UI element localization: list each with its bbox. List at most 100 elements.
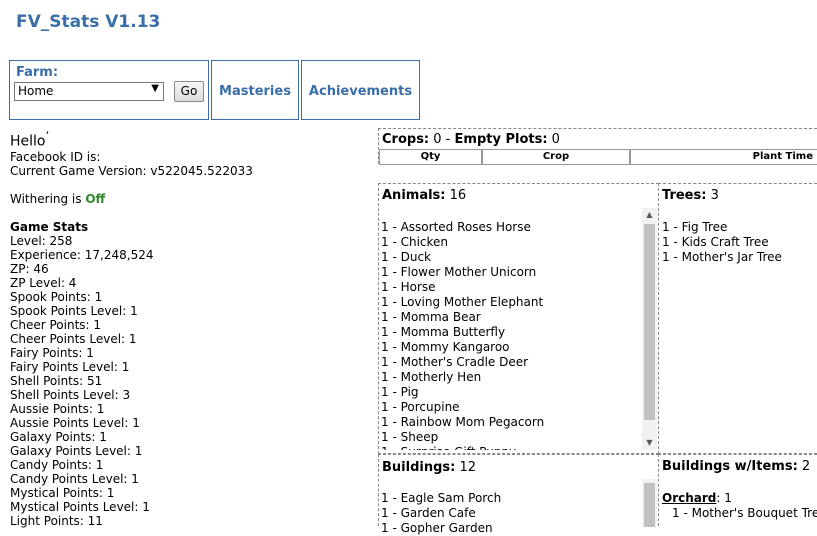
stat-line: Experience: 17,248,524 <box>10 247 154 262</box>
achievements-link[interactable]: Achievements <box>302 84 419 99</box>
buildings-list: 1 - Eagle Sam Porch 1 - Garden Cafe 1 - Go… <box>381 491 639 536</box>
building-item: 1 - Gopher Garden <box>381 521 493 535</box>
animal-item: 1 - Duck <box>381 250 431 264</box>
facebook-id: Facebook ID is: <box>10 149 101 164</box>
farm-select[interactable]: Home ▼ <box>14 82 164 101</box>
animal-item: 1 - Assorted Roses Horse <box>381 220 531 234</box>
stat-line: ZP: 46 <box>10 261 49 276</box>
greeting: Helloʼ <box>10 128 370 150</box>
buildings-header: Buildings: 12 <box>382 460 476 475</box>
masteries-link[interactable]: Masteries <box>212 84 298 99</box>
stat-line: Galaxy Points Level: 1 <box>10 443 143 458</box>
game-stats-title: Game Stats <box>10 219 89 234</box>
empty-plots-label: Empty Plots: <box>454 132 548 147</box>
animal-item: 1 - Momma Butterfly <box>381 325 506 339</box>
stat-line: Fairy Points: 1 <box>10 345 94 360</box>
chevron-down-icon: ▼ <box>151 83 159 94</box>
stat-line: Aussie Points Level: 1 <box>10 415 140 430</box>
building-item: 1 - Eagle Sam Porch <box>381 491 502 505</box>
orchard-group: Orchard: 1 <box>662 491 732 505</box>
buildings-with-items-panel: Buildings w/Items: 2 Orchard: 1 1 - Moth… <box>658 454 817 526</box>
game-stats-list: Level: 258 Experience: 17,248,524 ZP: 46 ZP… <box>10 234 370 528</box>
farm-label: Farm: <box>16 65 59 80</box>
scroll-up-icon[interactable]: ▲ <box>642 208 657 222</box>
greeting-text: Hello <box>10 133 46 150</box>
stat-line: Level: 258 <box>10 233 73 248</box>
stat-line: Mystical Points Level: 1 <box>10 499 150 514</box>
animal-item: 1 - Flower Mother Unicorn <box>381 265 537 279</box>
animal-item: 1 - Horse <box>381 280 436 294</box>
trees-list: 1 - Fig Tree 1 - Kids Craft Tree 1 - Mothe… <box>662 220 782 265</box>
crops-label: Crops: <box>382 132 430 147</box>
orchard-label[interactable]: Orchard <box>662 491 716 505</box>
scroll-down-icon[interactable]: ▼ <box>642 436 657 450</box>
farm-select-value: Home <box>18 84 54 98</box>
buildings-with-items-list: Orchard: 1 1 - Mother's Bouquet Tree <box>662 491 817 521</box>
animal-item: 1 - Momma Bear <box>381 310 481 324</box>
stat-line: Spook Points Level: 1 <box>10 303 138 318</box>
crops-header: Crops: 0 - Empty Plots: 0 <box>382 132 560 147</box>
stat-line: Shell Points: 51 <box>10 373 103 388</box>
animal-item: 1 - Rainbow Mom Pegacorn <box>381 415 545 429</box>
farm-selector-box: Farm: Home ▼ Go <box>9 60 209 120</box>
orchard-count: 1 <box>724 491 732 505</box>
animals-scrollbar[interactable]: ▲ ▼ <box>642 208 657 450</box>
stat-line: Spook Points: 1 <box>10 289 103 304</box>
animal-item: 1 - Porcupine <box>381 400 460 414</box>
buildings-with-items-header: Buildings w/Items: 2 <box>662 459 810 474</box>
buildings-scrollbar[interactable] <box>642 479 657 527</box>
empty-plots-count: 0 <box>551 132 560 147</box>
stat-line: Candy Points Level: 1 <box>10 471 139 486</box>
orchard-item: 1 - Mother's Bouquet Tree <box>672 506 817 520</box>
scroll-thumb[interactable] <box>644 483 655 527</box>
stat-line: Cheer Points: 1 <box>10 317 102 332</box>
animal-item: 1 - Pig <box>381 385 419 399</box>
trees-count: 3 <box>710 188 719 203</box>
animal-item: 1 - Sheep <box>381 430 439 444</box>
animal-item: 1 - Loving Mother Elephant <box>381 295 544 309</box>
column-qty: Qty <box>379 149 482 165</box>
stat-line: Galaxy Points: 1 <box>10 429 107 444</box>
tree-item: 1 - Kids Craft Tree <box>662 235 769 249</box>
buildings-label: Buildings: <box>382 460 456 475</box>
animal-item: 1 - Motherly Hen <box>381 370 482 384</box>
greeting-mark: ʼ <box>45 129 50 143</box>
stat-line: Candy Points: 1 <box>10 457 104 472</box>
animal-item: 1 - Mother's Cradle Deer <box>381 355 529 369</box>
animals-count: 16 <box>449 188 467 203</box>
buildings-count: 12 <box>459 460 477 475</box>
animal-item: 1 - Surprise Gift Puppy <box>381 445 639 450</box>
withering-label: Withering is <box>10 191 86 206</box>
game-version: Current Game Version: v522045.522033 <box>10 163 253 178</box>
column-plant-time: Plant Time <box>630 149 817 165</box>
animals-list: 1 - Assorted Roses Horse 1 - Chicken 1 - D… <box>381 220 639 450</box>
crops-panel: Crops: 0 - Empty Plots: 0 Qty Crop Plant… <box>378 128 817 165</box>
crops-count: 0 <box>433 132 442 147</box>
animal-item: 1 - Chicken <box>381 235 449 249</box>
stat-line: Mystical Points: 1 <box>10 485 115 500</box>
trees-header: Trees: 3 <box>662 188 719 203</box>
stat-line: ZP Level: 4 <box>10 275 77 290</box>
animals-panel: Animals: 16 1 - Assorted Roses Horse 1 - … <box>378 183 659 454</box>
animals-header: Animals: 16 <box>382 188 466 203</box>
column-crop: Crop <box>482 149 630 165</box>
trees-panel: Trees: 3 1 - Fig Tree 1 - Kids Craft Tree… <box>658 183 817 454</box>
withering-value: Off <box>85 191 106 206</box>
achievements-box: Achievements <box>301 60 420 120</box>
buildings-with-items-count: 2 <box>801 459 811 474</box>
tree-item: 1 - Mother's Jar Tree <box>662 250 782 264</box>
go-button[interactable]: Go <box>174 81 204 102</box>
scroll-thumb[interactable] <box>644 224 655 420</box>
tree-item: 1 - Fig Tree <box>662 220 728 234</box>
animal-item: 1 - Mommy Kangaroo <box>381 340 510 354</box>
trees-label: Trees: <box>662 188 707 203</box>
animals-label: Animals: <box>382 188 446 203</box>
masteries-box: Masteries <box>211 60 299 120</box>
buildings-with-items-label: Buildings w/Items: <box>662 459 798 474</box>
stat-line: Aussie Points: 1 <box>10 401 105 416</box>
buildings-panel: Buildings: 12 1 - Eagle Sam Porch 1 - Gar… <box>378 454 659 535</box>
stat-line: Cheer Points Level: 1 <box>10 331 137 346</box>
building-item: 1 - Garden Cafe <box>381 506 476 520</box>
stat-line: Shell Points Level: 3 <box>10 387 131 402</box>
crops-table-header: Qty Crop Plant Time <box>379 149 817 165</box>
